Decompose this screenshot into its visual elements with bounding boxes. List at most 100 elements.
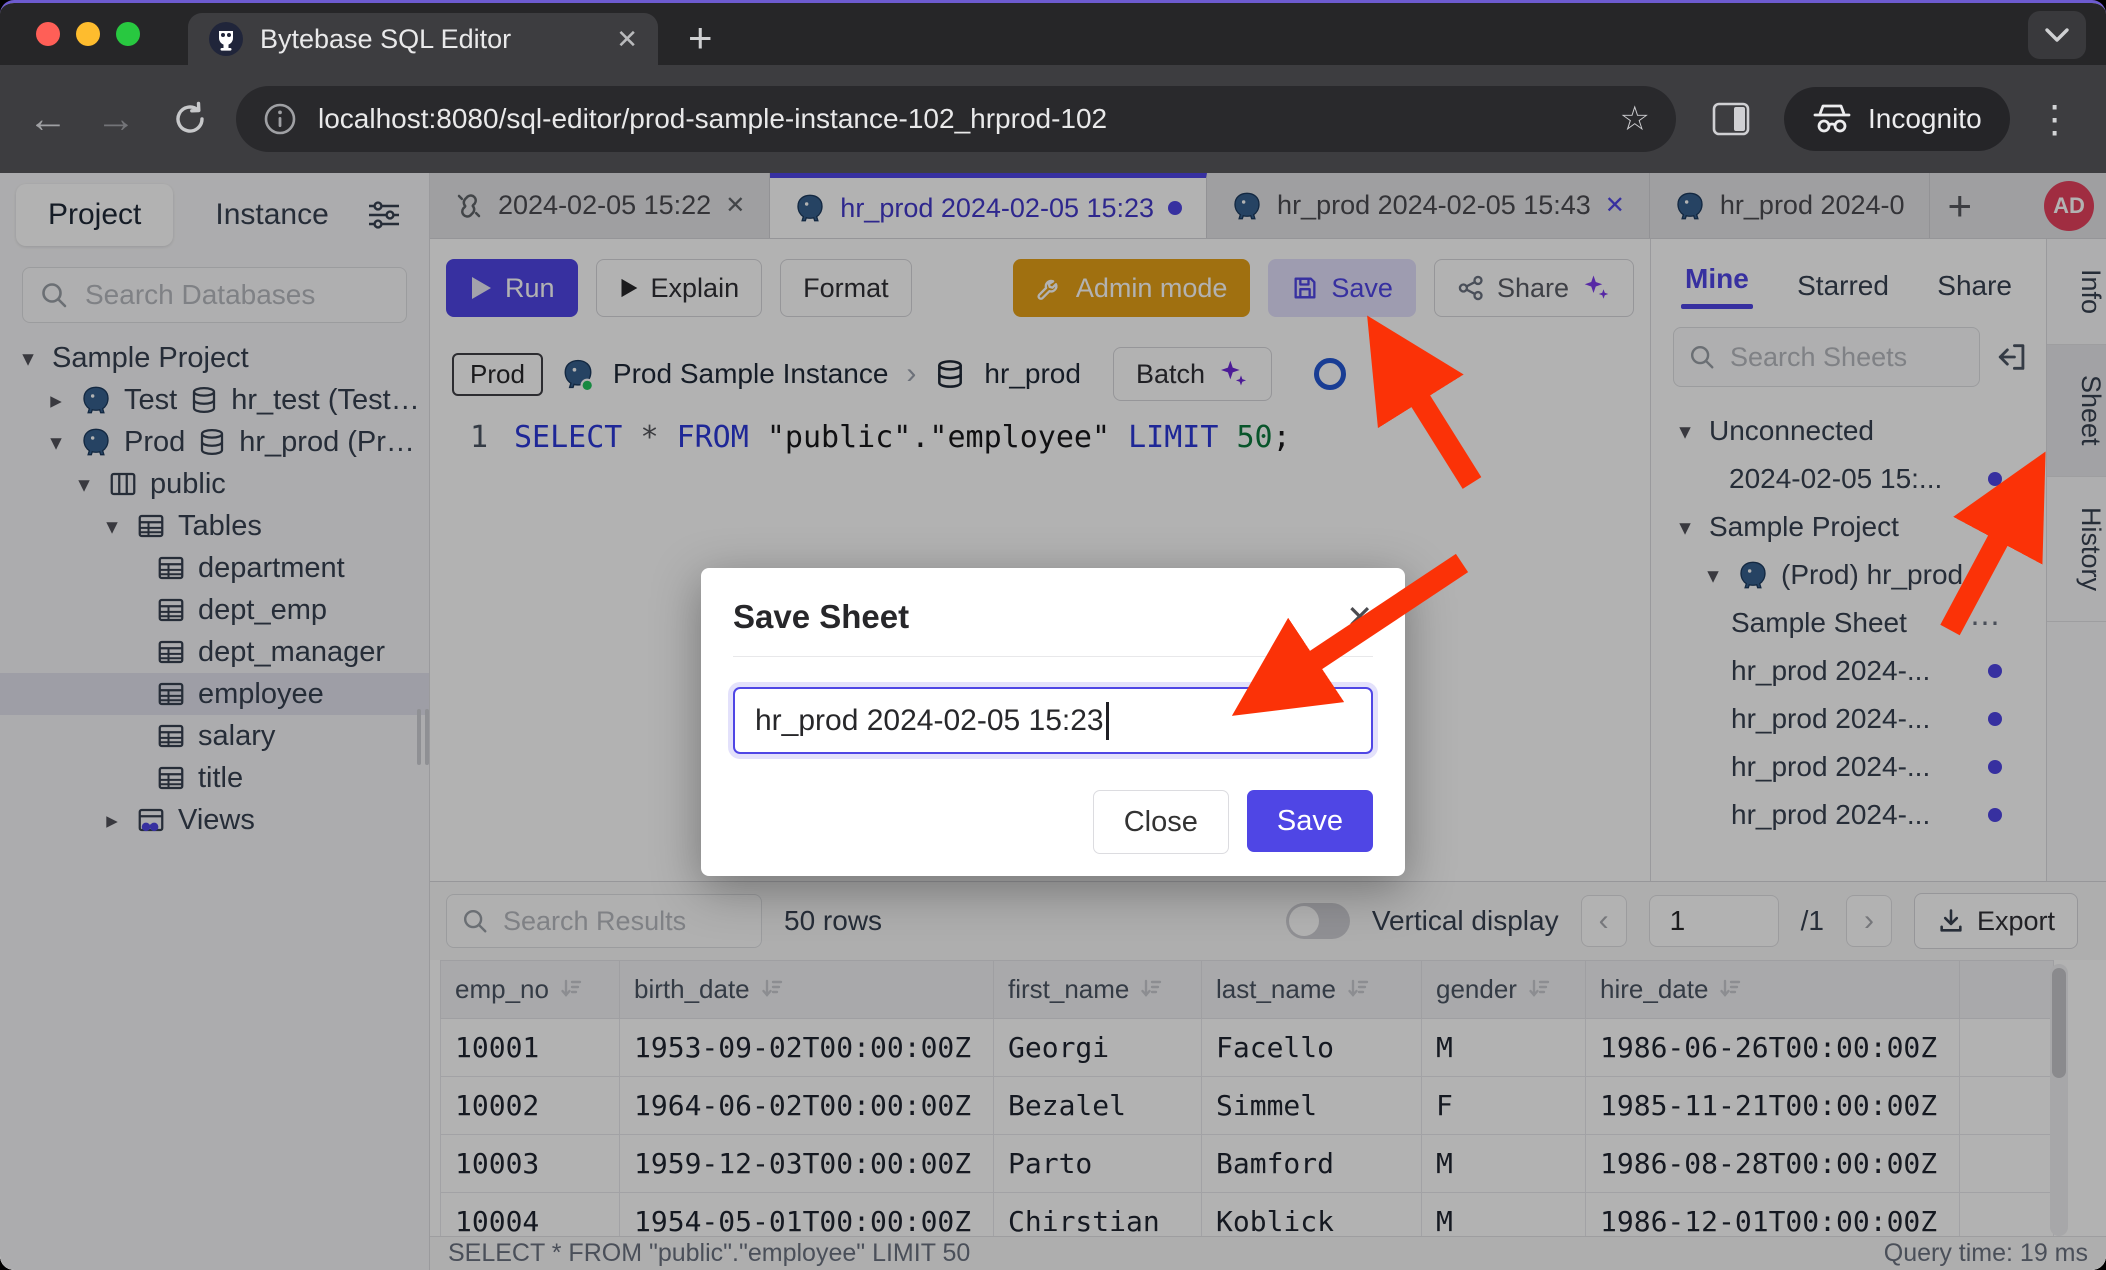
database-search-input[interactable] (83, 278, 390, 312)
sort-icon[interactable] (1718, 976, 1742, 1000)
export-button[interactable]: Export (1914, 893, 2078, 949)
traffic-zoom-button[interactable] (116, 22, 140, 46)
vertical-display-toggle[interactable] (1286, 903, 1350, 939)
cell[interactable]: 1964-06-02T00:00:00Z (620, 1077, 994, 1135)
user-avatar[interactable]: AD (2044, 181, 2094, 231)
sort-icon[interactable] (760, 976, 784, 1000)
next-page-button[interactable]: › (1846, 895, 1892, 947)
more-actions-icon[interactable]: ⋯ (1970, 606, 2002, 641)
sql-editor[interactable]: 1 SELECT * FROM "public"."employee" LIMI… (430, 411, 1650, 461)
chevron-down-icon[interactable]: ▾ (72, 471, 96, 498)
sheet-tab-1543[interactable]: hr_prod 2024-02-05 15:43 ✕ (1207, 173, 1650, 238)
back-button[interactable]: ← (28, 99, 68, 139)
sheet-tab-active[interactable]: hr_prod 2024-02-05 15:23 (770, 173, 1207, 238)
cell[interactable]: M (1422, 1019, 1586, 1077)
dialog-save-button[interactable]: Save (1247, 790, 1373, 852)
sheet-group-unconnected[interactable]: ▾ Unconnected (1651, 407, 2046, 455)
sort-icon[interactable] (1527, 976, 1551, 1000)
close-button[interactable]: Close (1093, 790, 1229, 854)
close-icon[interactable]: ✕ (725, 191, 745, 220)
cell[interactable]: 1985-11-21T00:00:00Z (1586, 1077, 1960, 1135)
batch-button[interactable]: Batch (1113, 347, 1272, 401)
tab-mine[interactable]: Mine (1685, 263, 1749, 309)
table-row[interactable]: 100031959-12-03T00:00:00ZPartoBamfordM19… (441, 1135, 2054, 1193)
tab-search-button[interactable] (2028, 11, 2086, 59)
cell[interactable]: 1986-12-01T00:00:00Z (1586, 1193, 1960, 1240)
tab-starred[interactable]: Starred (1797, 270, 1889, 302)
column-header[interactable]: hire_date (1586, 961, 1960, 1019)
chevron-down-icon[interactable]: ▾ (16, 345, 40, 372)
explain-button[interactable]: Explain (596, 259, 763, 317)
tree-item-table-employee[interactable]: employee (0, 673, 429, 715)
tree-item-tables-group[interactable]: ▾ Tables (0, 505, 429, 547)
browser-tab-close-icon[interactable]: ✕ (616, 24, 638, 55)
sidebar-resize-handle[interactable] (417, 709, 429, 765)
results-search-input[interactable] (501, 905, 747, 938)
browser-menu-icon[interactable]: ⋮ (2036, 97, 2074, 142)
site-info-icon[interactable] (262, 101, 298, 137)
results-search[interactable] (446, 894, 762, 948)
cell[interactable]: M (1422, 1193, 1586, 1240)
browser-tab[interactable]: Bytebase SQL Editor ✕ (188, 13, 658, 65)
close-icon[interactable]: ✕ (1605, 191, 1625, 220)
sheet-search-input[interactable] (1728, 341, 1965, 374)
add-sheet-tab-button[interactable]: + (1948, 185, 1973, 227)
instance-name[interactable]: Prod Sample Instance (613, 358, 889, 390)
tree-item-table-dept-manager[interactable]: dept_manager (0, 631, 429, 673)
cell[interactable]: Facello (1202, 1019, 1422, 1077)
save-button[interactable]: Save (1268, 259, 1416, 317)
tree-item-hr-prod[interactable]: ▾ Prod hr_prod (Pr… (0, 421, 429, 463)
cell[interactable]: M (1422, 1135, 1586, 1193)
bookmark-star-icon[interactable]: ☆ (1620, 99, 1650, 139)
tree-item-table-title[interactable]: title (0, 757, 429, 799)
chevron-down-icon[interactable]: ▾ (1701, 562, 1725, 589)
sheet-item-sample-sheet[interactable]: Sample Sheet ⋯ (1651, 599, 2046, 647)
sheet-item[interactable]: hr_prod 2024-... (1651, 695, 2046, 743)
column-header[interactable]: gender (1422, 961, 1586, 1019)
format-button[interactable]: Format (780, 259, 912, 317)
sheet-item[interactable]: hr_prod 2024-... (1651, 743, 2046, 791)
tab-project[interactable]: Project (16, 184, 173, 246)
dialog-close-icon[interactable]: ✕ (1346, 598, 1373, 636)
chevron-right-icon[interactable]: ▸ (44, 387, 68, 414)
cell[interactable]: Georgi (994, 1019, 1202, 1077)
cell[interactable]: 10003 (441, 1135, 620, 1193)
tree-item-schema-public[interactable]: ▾ public (0, 463, 429, 505)
filter-sliders-icon[interactable] (365, 198, 403, 232)
sheet-item[interactable]: hr_prod 2024-... (1651, 791, 2046, 839)
cell[interactable]: Chirstian (994, 1193, 1202, 1240)
page-number-input[interactable] (1649, 895, 1779, 947)
traffic-minimize-button[interactable] (76, 22, 100, 46)
cell[interactable]: 1986-06-26T00:00:00Z (1586, 1019, 1960, 1077)
cell[interactable]: Bamford (1202, 1135, 1422, 1193)
sheet-name-input[interactable]: hr_prod 2024-02-05 15:23 (733, 687, 1373, 754)
reload-button[interactable] (170, 99, 210, 139)
cell[interactable]: F (1422, 1077, 1586, 1135)
cell[interactable]: 1954-05-01T00:00:00Z (620, 1193, 994, 1240)
tree-item-table-salary[interactable]: salary (0, 715, 429, 757)
table-row[interactable]: 100041954-05-01T00:00:00ZChirstianKoblic… (441, 1193, 2054, 1240)
traffic-close-button[interactable] (36, 22, 60, 46)
new-browser-tab-button[interactable]: + (688, 17, 713, 59)
column-header[interactable]: first_name (994, 961, 1202, 1019)
dock-panel-icon[interactable] (1996, 340, 2030, 374)
side-panel-icon[interactable] (1712, 102, 1750, 136)
sheet-item[interactable]: hr_prod 2024-... (1651, 647, 2046, 695)
prev-page-button[interactable]: ‹ (1581, 895, 1627, 947)
database-search[interactable] (22, 267, 407, 323)
sort-icon[interactable] (1139, 976, 1163, 1000)
forward-button[interactable]: → (96, 99, 136, 139)
admin-mode-button[interactable]: Admin mode (1013, 259, 1251, 317)
sheet-tab-truncated[interactable]: hr_prod 2024-0 (1650, 173, 1930, 238)
tab-share[interactable]: Share (1937, 270, 2012, 302)
column-header[interactable]: birth_date (620, 961, 994, 1019)
cell[interactable]: Koblick (1202, 1193, 1422, 1240)
sheet-tab-unsaved[interactable]: 2024-02-05 15:22 ✕ (430, 173, 770, 238)
column-header[interactable]: last_name (1202, 961, 1422, 1019)
sort-icon[interactable] (559, 976, 583, 1000)
tab-info[interactable]: Info (2047, 239, 2106, 345)
sheet-item[interactable]: 2024-02-05 15:... (1651, 455, 2046, 503)
address-bar[interactable]: localhost:8080/sql-editor/prod-sample-in… (236, 86, 1676, 152)
database-name[interactable]: hr_prod (984, 358, 1081, 390)
chevron-down-icon[interactable]: ▾ (1673, 514, 1697, 541)
